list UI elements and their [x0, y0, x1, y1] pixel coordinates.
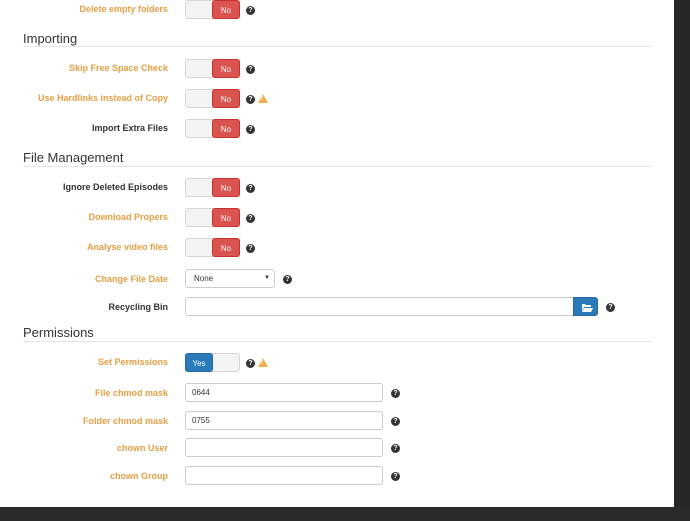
download-propers-toggle[interactable]: No — [185, 208, 240, 227]
toggle-no-knob: No — [212, 59, 240, 78]
folder-chmod-label: Folder chmod mask — [82, 416, 168, 426]
section-divider — [23, 166, 652, 167]
toggle-no-knob: No — [212, 89, 240, 108]
chown-group-label: chown Group — [110, 471, 168, 481]
settings-panel: Delete empty folders No ? Importing Skip… — [0, 0, 674, 507]
question-circle-icon[interactable]: ? — [246, 184, 255, 193]
analyse-video-label: Analyse video files — [86, 242, 168, 252]
change-file-date-select[interactable]: None ▼ — [185, 269, 275, 288]
file-management-section-title: File Management — [23, 150, 124, 165]
question-circle-icon[interactable]: ? — [246, 6, 255, 15]
question-circle-icon[interactable]: ? — [246, 244, 255, 253]
change-file-date-label: Change File Date — [94, 274, 168, 284]
toggle-no-knob: No — [212, 119, 240, 138]
question-circle-icon[interactable]: ? — [391, 444, 400, 453]
caret-down-icon: ▼ — [264, 275, 270, 281]
window-shadow-right — [674, 0, 690, 521]
question-circle-icon[interactable]: ? — [246, 95, 255, 104]
chown-group-input[interactable] — [185, 466, 383, 485]
ignore-deleted-label: Ignore Deleted Episodes — [62, 182, 168, 192]
file-chmod-label: File chmod mask — [94, 388, 168, 398]
download-propers-label: Download Propers — [88, 212, 168, 222]
question-circle-icon[interactable]: ? — [246, 65, 255, 74]
importing-section-title: Importing — [23, 31, 78, 46]
question-circle-icon[interactable]: ? — [391, 389, 400, 398]
question-circle-icon[interactable]: ? — [391, 417, 400, 426]
ignore-deleted-toggle[interactable]: No — [185, 178, 240, 197]
question-circle-icon[interactable]: ? — [391, 472, 400, 481]
question-circle-icon[interactable]: ? — [283, 275, 292, 284]
set-permissions-toggle[interactable]: Yes — [185, 353, 240, 372]
toggle-no-knob: No — [212, 238, 240, 257]
analyse-video-toggle[interactable]: No — [185, 238, 240, 257]
toggle-no-knob: No — [212, 0, 240, 19]
select-value: None — [194, 274, 214, 283]
folder-chmod-input[interactable]: 0755 — [185, 411, 383, 430]
folder-open-icon — [582, 304, 593, 312]
toggle-no-knob: No — [212, 208, 240, 227]
section-divider — [23, 46, 652, 47]
section-divider — [23, 341, 652, 342]
question-circle-icon[interactable]: ? — [246, 214, 255, 223]
browse-folder-button[interactable] — [573, 297, 598, 316]
chown-user-label: chown User — [116, 443, 168, 453]
delete-empty-folders-toggle[interactable]: No — [185, 0, 240, 19]
toggle-no-knob: No — [212, 178, 240, 197]
skip-free-space-label: Skip Free Space Check — [68, 63, 168, 73]
import-extra-files-label: Import Extra Files — [91, 123, 168, 133]
window-shadow-bottom — [0, 507, 690, 521]
recycling-bin-input[interactable] — [185, 297, 574, 316]
set-permissions-label: Set Permissions — [97, 357, 168, 367]
chown-user-input[interactable] — [185, 438, 383, 457]
question-circle-icon[interactable]: ? — [606, 303, 615, 312]
use-hardlinks-toggle[interactable]: No — [185, 89, 240, 108]
question-circle-icon[interactable]: ? — [246, 359, 255, 368]
recycling-bin-label: Recycling Bin — [108, 302, 168, 312]
import-extra-files-toggle[interactable]: No — [185, 119, 240, 138]
question-circle-icon[interactable]: ? — [246, 125, 255, 134]
warning-triangle-icon: ! — [258, 94, 268, 103]
delete-empty-folders-label: Delete empty folders — [79, 4, 168, 14]
warning-triangle-icon: ! — [258, 358, 268, 367]
file-chmod-input[interactable]: 0644 — [185, 383, 383, 402]
toggle-yes-knob: Yes — [185, 353, 213, 372]
permissions-section-title: Permissions — [23, 325, 94, 340]
skip-free-space-toggle[interactable]: No — [185, 59, 240, 78]
use-hardlinks-label: Use Hardlinks instead of Copy — [37, 93, 168, 103]
